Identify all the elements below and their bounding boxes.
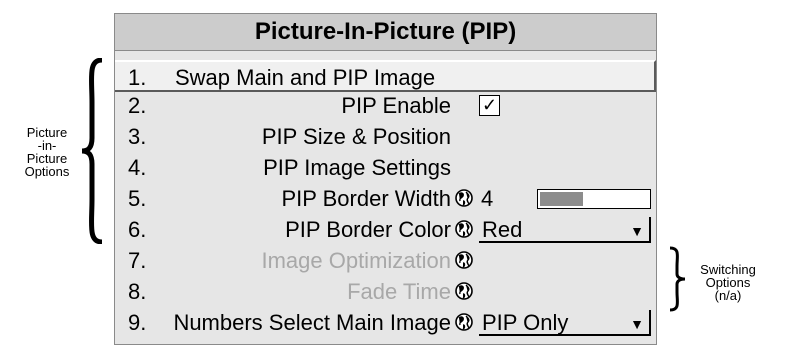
item-number: 9. (128, 310, 147, 335)
menu-item-pip-image-settings[interactable]: 4. PIP Image Settings (115, 152, 656, 184)
right-brace (669, 246, 686, 312)
globe-icon (455, 282, 473, 300)
pip-enable-checkbox[interactable]: ✓ (479, 95, 500, 116)
item-number: 4. (128, 155, 147, 180)
menu-item-pip-border-color[interactable]: 6. PIP Border Color Red ▼ (115, 214, 656, 246)
menu-item-pip-size-position[interactable]: 3. PIP Size & Position (115, 121, 656, 153)
left-annotation: Picture -in- Picture Options (10, 126, 84, 178)
numbers-select-dropdown[interactable]: PIP Only ▼ (479, 310, 651, 336)
dropdown-arrow-icon: ▼ (630, 316, 644, 332)
menu-item-pip-border-width[interactable]: 5. PIP Border Width 4 (115, 183, 656, 215)
item-label: PIP Border Width (281, 186, 451, 211)
item-number: 8. (128, 279, 147, 304)
item-number: 6. (128, 217, 147, 242)
item-label: Fade Time (347, 279, 451, 304)
right-annotation: Switching Options (n/a) (688, 263, 768, 302)
slider-fill (540, 192, 583, 206)
globe-icon (455, 251, 473, 269)
globe-icon (455, 189, 473, 207)
globe-icon (455, 313, 473, 331)
border-width-slider[interactable] (537, 189, 651, 209)
right-annotation-line: (n/a) (714, 288, 742, 303)
dropdown-arrow-icon: ▼ (630, 223, 644, 239)
item-number: 2. (128, 93, 147, 118)
item-number: 3. (128, 124, 147, 149)
globe-icon (455, 220, 473, 238)
item-label: PIP Border Color (285, 217, 451, 242)
menu-item-image-optimization: 7. Image Optimization (115, 245, 656, 277)
dropdown-value: Red (482, 217, 523, 242)
menu-title: Picture-In-Picture (PIP) (115, 14, 656, 51)
item-label: PIP Size & Position (261, 124, 451, 149)
border-color-dropdown[interactable]: Red ▼ (479, 217, 651, 243)
menu-item-fade-time: 8. Fade Time (115, 276, 656, 308)
menu-item-numbers-select-main[interactable]: 9. Numbers Select Main Image PIP Only ▼ (115, 307, 656, 339)
menu-item-pip-enable[interactable]: 2. PIP Enable ✓ (115, 90, 656, 122)
item-label: Numbers Select Main Image (173, 310, 451, 335)
left-annotation-line: Options (24, 164, 70, 179)
border-width-value: 4 (481, 186, 494, 211)
item-label: PIP Enable (341, 93, 451, 118)
pip-menu: Picture-In-Picture (PIP) 1. Swap Main an… (114, 13, 657, 345)
item-label: PIP Image Settings (263, 155, 451, 180)
menu-item-swap-main-pip[interactable]: 1. Swap Main and PIP Image (115, 60, 656, 92)
item-label: Image Optimization (261, 248, 451, 273)
dropdown-value: PIP Only (482, 310, 569, 335)
item-number: 5. (128, 186, 147, 211)
item-number: 7. (128, 248, 147, 273)
